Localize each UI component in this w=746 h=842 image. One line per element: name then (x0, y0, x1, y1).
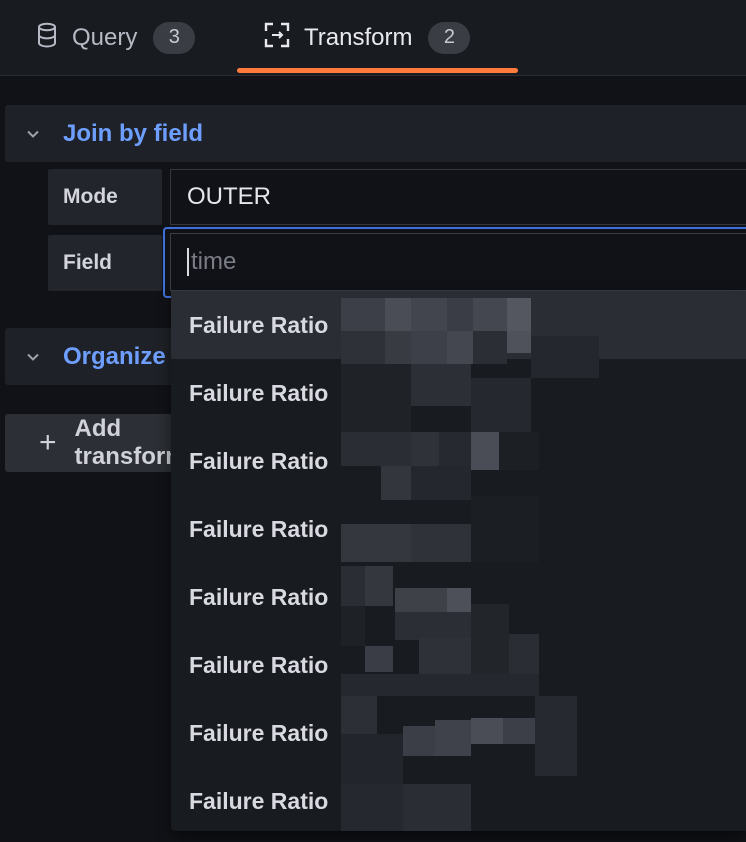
tab-transform-label: Transform (304, 23, 413, 51)
dropdown-option-label: Failure Ratio (189, 379, 329, 406)
dropdown-option-label: Failure Ratio (189, 515, 329, 542)
dropdown-option-label: Failure Ratio (189, 651, 329, 678)
editor-tabs: Query 3 Transform 2 (0, 0, 746, 76)
field-select-input[interactable]: time (170, 233, 746, 291)
text-caret (187, 248, 189, 276)
tab-query-count-badge: 3 (153, 21, 196, 54)
chevron-down-icon[interactable] (25, 126, 41, 142)
dropdown-option-label: Failure Ratio (189, 583, 329, 610)
field-options-dropdown: Failure Ratio Failure Ratio Failure Rati… (171, 291, 746, 831)
database-icon (36, 22, 58, 53)
transform-icon (264, 22, 290, 53)
field-input-placeholder: time (191, 248, 237, 275)
dropdown-option-label: Failure Ratio (189, 719, 329, 746)
mode-select-value: OUTER (187, 183, 271, 210)
transformation-header-join-by-field[interactable]: Join by field (5, 105, 746, 162)
tab-query-label: Query (72, 23, 138, 51)
dropdown-option-label: Failure Ratio (189, 311, 329, 338)
tab-transform[interactable]: Transform 2 (264, 0, 471, 75)
dropdown-option-label: Failure Ratio (189, 447, 329, 474)
active-tab-indicator (237, 68, 518, 73)
transformation-title[interactable]: Join by field (63, 120, 203, 148)
tab-transform-count-badge: 2 (428, 21, 471, 54)
mode-label: Mode (48, 169, 162, 225)
tab-query[interactable]: Query 3 (36, 0, 196, 75)
plus-icon: + (39, 426, 57, 459)
redaction-mosaic (341, 298, 599, 831)
chevron-down-icon[interactable] (25, 349, 41, 365)
mode-select[interactable]: OUTER (170, 169, 746, 225)
field-label: Field (48, 235, 162, 291)
dropdown-option-label: Failure Ratio (189, 787, 329, 814)
